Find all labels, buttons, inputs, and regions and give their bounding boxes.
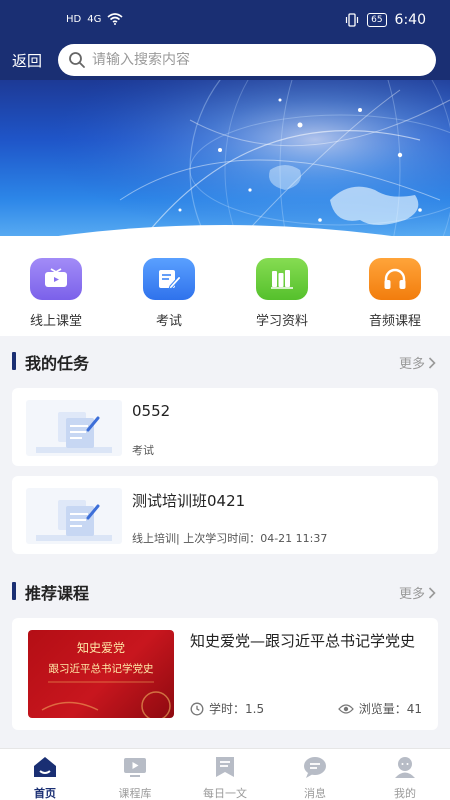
task-title: 测试培训班0421	[132, 492, 246, 510]
chevron-right-icon	[428, 586, 436, 599]
tab-label: 首页	[34, 787, 56, 800]
nav-label: 学习资料	[255, 314, 308, 329]
eye-icon	[337, 703, 354, 714]
tab-label: 我的	[394, 787, 416, 800]
nav-label: 考试	[155, 314, 182, 329]
recommended-more-link[interactable]: 更多	[399, 583, 436, 602]
tab-label: 每日一文	[203, 787, 247, 800]
banner-carousel[interactable]	[0, 80, 450, 250]
my-tasks-more-link[interactable]: 更多	[399, 353, 436, 372]
tab-messages[interactable]: 消息	[270, 755, 360, 800]
course-hours-text: 学时：1.5	[209, 702, 265, 716]
tv-icon	[30, 258, 82, 300]
more-label: 更多	[398, 357, 425, 372]
clock-icon	[190, 702, 204, 715]
message-icon	[304, 757, 326, 778]
task-meta: 线上培训| 上次学习时间：04-21 11:37	[132, 532, 328, 545]
section-title: 我的任务	[25, 354, 90, 373]
top-bar: 返回	[0, 40, 450, 80]
status-right: 65 6:40	[345, 12, 426, 28]
battery-indicator: 65	[367, 13, 387, 27]
section-accent-bar	[12, 352, 16, 370]
daily-article-icon	[216, 757, 234, 777]
quick-nav: 线上课堂 考试 学习资料 音频课程	[0, 236, 450, 336]
tab-home[interactable]: 首页	[0, 755, 90, 800]
document-thumbnail-icon	[26, 400, 122, 456]
nav-label: 音频课程	[368, 314, 421, 329]
course-library-icon	[124, 758, 146, 777]
nav-study-materials[interactable]: 学习资料	[232, 258, 332, 329]
course-hours: 学时：1.5	[190, 700, 264, 717]
clock: 6:40	[394, 12, 426, 28]
search-input[interactable]	[92, 52, 392, 68]
tab-profile[interactable]: 我的	[360, 755, 450, 800]
books-icon	[256, 258, 308, 300]
tab-daily-article[interactable]: 每日一文	[180, 755, 270, 800]
network-indicators: HD 4G	[66, 13, 123, 25]
tab-course-library[interactable]: 课程库	[90, 755, 180, 800]
document-thumbnail-icon	[26, 488, 122, 544]
wifi-icon	[107, 13, 123, 25]
nav-online-classroom[interactable]: 线上课堂	[6, 258, 106, 329]
globe-network-graphic	[0, 80, 450, 250]
course-card[interactable]: 知史爱党 跟习近平总书记学党史 知史爱党—跟习近平总书记学党史 学时：1.5 浏…	[12, 618, 438, 730]
exam-edit-icon	[143, 258, 195, 300]
hd-indicator: HD	[66, 13, 82, 25]
tab-label: 课程库	[118, 787, 152, 800]
tab-label: 消息	[304, 787, 326, 800]
course-views: 浏览量：41	[337, 700, 422, 717]
signal-indicator: 4G	[87, 13, 102, 25]
course-thumbnail: 知史爱党 跟习近平总书记学党史	[28, 630, 174, 718]
course-title: 知史爱党—跟习近平总书记学党史	[190, 632, 416, 650]
svg-text:知史爱党: 知史爱党	[77, 640, 125, 655]
status-bar: HD 4G 65 6:40	[0, 0, 450, 40]
nav-exam[interactable]: 考试	[119, 258, 219, 329]
course-cover-graphic: 知史爱党 跟习近平总书记学党史	[41, 640, 171, 718]
svg-text:跟习近平总书记学党史: 跟习近平总书记学党史	[49, 662, 154, 675]
home-icon	[34, 757, 56, 777]
nav-label: 线上课堂	[29, 314, 82, 329]
task-card[interactable]: 测试培训班0421 线上培训| 上次学习时间：04-21 11:37	[12, 476, 438, 554]
task-title: 0552	[132, 402, 171, 420]
recommended-courses-header: 推荐课程 更多	[0, 571, 450, 611]
nav-audio-courses[interactable]: 音频课程	[345, 258, 445, 329]
search-box[interactable]	[58, 44, 436, 76]
search-icon	[69, 52, 85, 68]
section-title: 推荐课程	[25, 584, 90, 603]
chevron-right-icon	[428, 356, 436, 369]
task-meta: 考试	[132, 444, 154, 457]
more-label: 更多	[398, 587, 425, 602]
headphones-icon	[369, 258, 421, 300]
back-button[interactable]: 返回	[12, 50, 42, 71]
course-views-text: 浏览量：41	[358, 702, 422, 716]
profile-icon	[395, 757, 415, 778]
vibrate-icon	[345, 13, 359, 27]
section-accent-bar	[12, 582, 16, 600]
my-tasks-header: 我的任务 更多	[0, 341, 450, 381]
task-card[interactable]: 0552 考试	[12, 388, 438, 466]
bottom-tab-bar: 首页 课程库 每日一文 消息 我的	[0, 748, 450, 800]
